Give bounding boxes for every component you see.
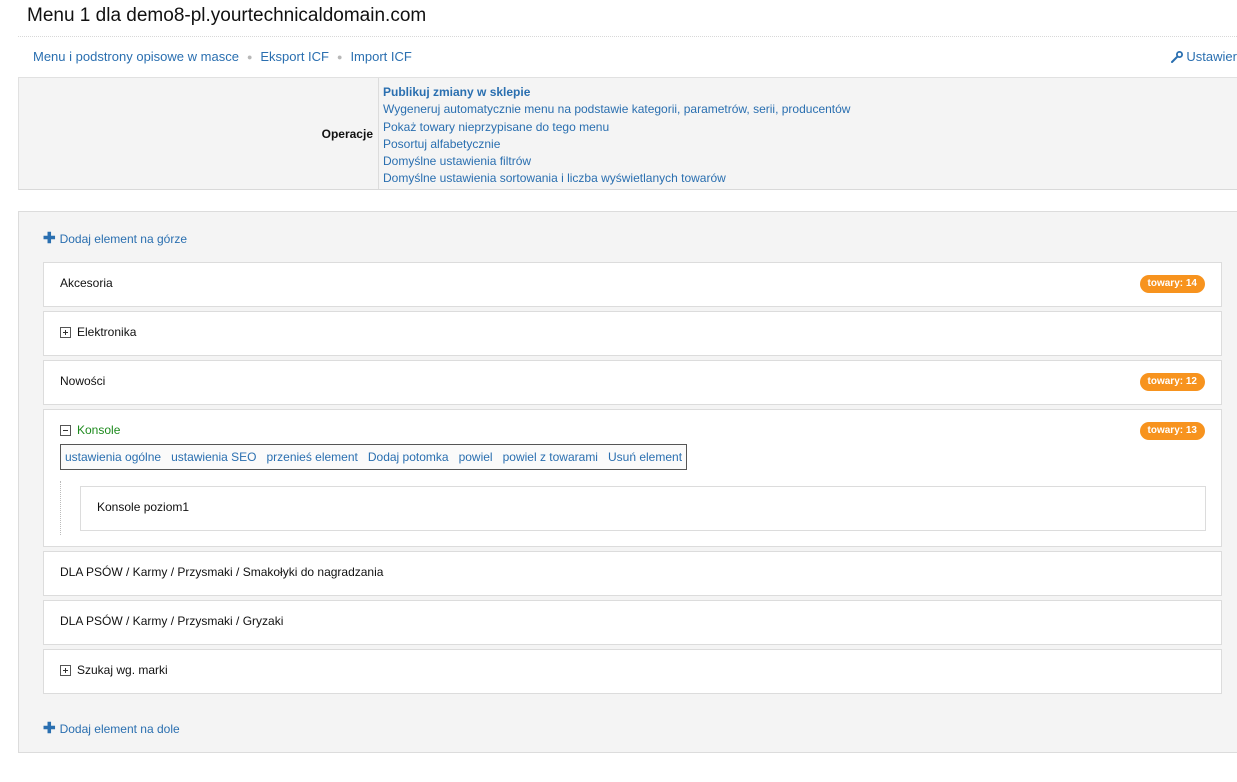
import-icf-link[interactable]: Import ICF [350,49,411,64]
top-navigation: Menu i podstrony opisowe w masce ● Ekspo… [33,49,412,64]
menu-item-label[interactable]: Nowości [60,374,105,388]
seo-settings-link[interactable]: ustawienia SEO [171,450,256,464]
menu-child-item[interactable]: Konsole poziom1 [80,486,1206,531]
nav-separator: ● [246,51,253,62]
add-bottom-label[interactable]: Dodaj element na dole [60,722,180,736]
add-top-label[interactable]: Dodaj element na górze [60,232,187,246]
product-count-badge: towary: 14 [1139,275,1205,293]
generate-menu-link[interactable]: Wygeneruj automatycznie menu na podstawi… [383,101,850,118]
expand-icon[interactable] [60,326,71,338]
menu-item-row: Szukaj wg. marki [60,663,168,677]
menu-child-label[interactable]: Konsole poziom1 [97,500,189,514]
duplicate-link[interactable]: powiel [459,450,493,464]
plus-icon: ✚ [43,720,56,737]
menu-item-elektronika[interactable]: Elektronika [43,311,1222,356]
expand-icon[interactable] [60,664,71,676]
settings-label[interactable]: Ustawier [1186,49,1237,64]
add-child-link[interactable]: Dodaj potomka [368,450,449,464]
menu-item-label[interactable]: DLA PSÓW / Karmy / Przysmaki / Smakołyki… [60,565,383,579]
delete-element-link[interactable]: Usuń element [608,450,682,464]
nav-separator: ● [337,51,343,62]
default-filters-link[interactable]: Domyślne ustawienia filtrów [383,153,850,170]
add-bottom-button[interactable]: ✚ Dodaj element na dole [43,720,180,737]
menu-item-label[interactable]: Akcesoria [60,276,113,290]
menu-item-akcesoria[interactable]: Akcesoria towary: 14 [43,262,1222,307]
menu-item-label[interactable]: Konsole [77,423,120,437]
mask-menu-link[interactable]: Menu i podstrony opisowe w masce [33,49,239,64]
collapse-icon[interactable] [60,424,71,436]
menu-item-nowosci[interactable]: Nowości towary: 12 [43,360,1222,405]
settings-link[interactable]: Ustawier [1171,49,1237,64]
duplicate-with-products-link[interactable]: powiel z towarami [503,450,598,464]
operations-label: Operacje [19,78,379,189]
menu-item-label[interactable]: Szukaj wg. marki [77,663,168,677]
product-count-badge: towary: 13 [1139,422,1205,440]
unassigned-products-link[interactable]: Pokaż towary nieprzypisane do tego menu [383,119,850,136]
menu-tree-panel: ✚ Dodaj element na górze Akcesoria towar… [18,211,1237,753]
publish-changes-link[interactable]: Publikuj zmiany w sklepie [383,84,850,101]
item-actions-toolbar: ustawienia ogólne ustawienia SEO przenie… [60,444,688,470]
menu-item-label[interactable]: DLA PSÓW / Karmy / Przysmaki / Gryzaki [60,614,283,628]
menu-item-smakolyki[interactable]: DLA PSÓW / Karmy / Przysmaki / Smakołyki… [43,551,1222,596]
menu-item-label[interactable]: Elektronika [77,325,136,339]
menu-item-gryzaki[interactable]: DLA PSÓW / Karmy / Przysmaki / Gryzaki [43,600,1222,645]
tree-connector [60,481,62,535]
export-icf-link[interactable]: Eksport ICF [260,49,329,64]
default-sorting-link[interactable]: Domyślne ustawienia sortowania i liczba … [383,170,850,187]
menu-item-row: Konsole [60,423,120,437]
operations-panel: Operacje Publikuj zmiany w sklepie Wygen… [18,77,1237,190]
menu-item-konsole[interactable]: Konsole towary: 13 ustawienia ogólne ust… [43,409,1222,547]
add-top-button[interactable]: ✚ Dodaj element na górze [43,230,187,247]
menu-item-szukaj-marki[interactable]: Szukaj wg. marki [43,649,1222,694]
menu-item-row: Elektronika [60,325,136,339]
page-title: Menu 1 dla demo8-pl.yourtechnicaldomain.… [27,5,427,26]
wrench-icon [1171,50,1184,63]
move-element-link[interactable]: przenieś element [266,450,357,464]
plus-icon: ✚ [43,230,56,247]
product-count-badge: towary: 12 [1139,373,1205,391]
title-divider [18,36,1237,37]
operations-links: Publikuj zmiany w sklepie Wygeneruj auto… [379,78,850,189]
sort-alphabetically-link[interactable]: Posortuj alfabetycznie [383,136,850,153]
general-settings-link[interactable]: ustawienia ogólne [65,450,161,464]
